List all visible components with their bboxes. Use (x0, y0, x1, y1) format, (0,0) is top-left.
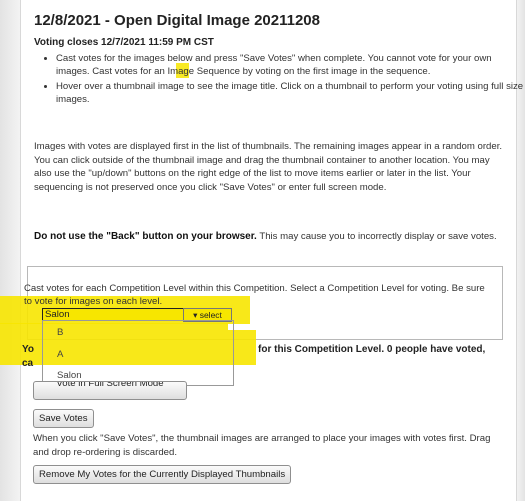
competition-level-description: Cast votes for each Competition Level wi… (24, 283, 485, 307)
page-left-margin (0, 0, 20, 501)
full-screen-vote-button[interactable]: Vote in Full Screen Mode (33, 381, 187, 400)
page-title: 12/8/2021 - Open Digital Image 20211208 (34, 12, 320, 29)
dropdown-option-a[interactable]: A (57, 349, 63, 360)
instruction-item: Cast votes for the images below and pres… (56, 52, 525, 78)
dropdown-option-salon[interactable]: Salon (57, 370, 82, 381)
voting-closes-text: Voting closes 12/7/2021 11:59 PM CST (34, 37, 214, 48)
vote-status-text: for this Competition Level. 0 people hav… (258, 344, 486, 355)
instruction-item: Hover over a thumbnail image to see the … (56, 80, 525, 106)
back-warning: Do not use the "Back" button on your bro… (34, 230, 504, 244)
competition-level-dropdown: B A Salon (42, 320, 234, 386)
full-screen-vote-label: Vote in Full Screen Mode (56, 381, 164, 389)
save-votes-note: When you click "Save Votes", the thumbna… (33, 433, 491, 458)
back-warning-rest: This may cause you to incorrectly displa… (256, 231, 497, 242)
voting-panel: 12/8/2021 - Open Digital Image 20211208 … (20, 0, 523, 501)
dropdown-option-b[interactable]: B (57, 327, 63, 338)
save-votes-button[interactable]: Save Votes (33, 409, 94, 428)
remove-votes-button[interactable]: Remove My Votes for the Currently Displa… (33, 465, 292, 484)
ordering-paragraph: Images with votes are displayed first in… (34, 141, 503, 193)
back-warning-bold: Do not use the "Back" button on your bro… (34, 231, 257, 242)
status-text-partial: ca (22, 358, 34, 369)
instruction-list: Cast votes for the images below and pres… (34, 52, 525, 108)
status-text-partial: Yo (22, 344, 35, 355)
